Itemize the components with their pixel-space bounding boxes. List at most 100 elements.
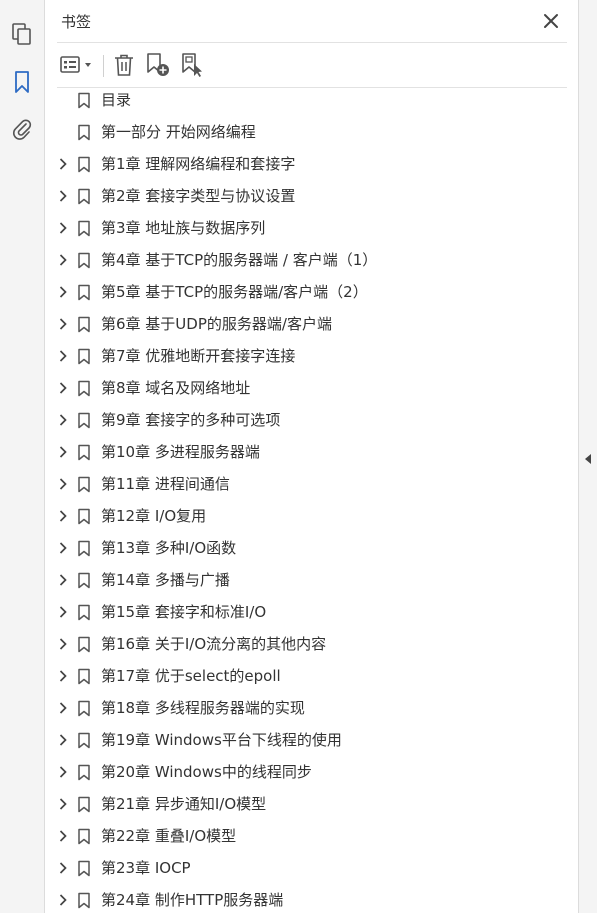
chevron-right-icon (59, 190, 67, 202)
bookmark-label: 第12章 I/O复用 (101, 507, 207, 525)
expand-toggle[interactable] (56, 317, 70, 331)
expand-toggle[interactable] (56, 381, 70, 395)
bookmark-label: 第1章 理解网络编程和套接字 (101, 155, 296, 173)
expand-toggle[interactable] (56, 541, 70, 555)
chevron-right-icon (59, 798, 67, 810)
bookmark-row[interactable]: 第6章 基于UDP的服务器端/客户端 (45, 308, 556, 340)
bookmark-label: 第一部分 开始网络编程 (101, 123, 256, 141)
pages-panel-button[interactable] (8, 20, 36, 48)
expand-toggle[interactable] (56, 861, 70, 875)
bookmark-row[interactable]: 第11章 进程间通信 (45, 468, 556, 500)
expand-toggle[interactable] (56, 701, 70, 715)
bookmark-row[interactable]: 第一部分 开始网络编程 (45, 116, 556, 148)
bookmark-icon (77, 380, 91, 397)
expand-toggle[interactable] (56, 413, 70, 427)
expand-toggle[interactable] (56, 829, 70, 843)
bookmark-icon (77, 732, 91, 749)
new-bookmark-from-structure-button[interactable] (179, 52, 207, 78)
chevron-right-icon (59, 702, 67, 714)
chevron-right-icon (59, 510, 67, 522)
options-menu-button[interactable] (59, 52, 97, 78)
bookmark-row[interactable]: 第22章 重叠I/O模型 (45, 820, 556, 852)
bookmark-label: 第20章 Windows中的线程同步 (101, 763, 312, 781)
bookmark-label: 第4章 基于TCP的服务器端 / 客户端（1） (101, 251, 378, 269)
triangle-left-icon (585, 454, 591, 464)
bookmark-icon (77, 764, 91, 781)
collapse-panel-button[interactable] (584, 450, 592, 464)
bookmark-row[interactable]: 第18章 多线程服务器端的实现 (45, 692, 556, 724)
expand-toggle[interactable] (56, 605, 70, 619)
bookmarks-toolbar (45, 43, 578, 87)
bookmark-icon (77, 348, 91, 365)
paperclip-icon (13, 119, 32, 140)
bookmark-icon (77, 604, 91, 621)
chevron-right-icon (59, 638, 67, 650)
new-bookmark-button[interactable] (144, 52, 172, 78)
expand-toggle[interactable] (56, 349, 70, 363)
bookmark-row[interactable]: 第13章 多种I/O函数 (45, 532, 556, 564)
bookmark-row[interactable]: 第20章 Windows中的线程同步 (45, 756, 556, 788)
expand-toggle[interactable] (56, 797, 70, 811)
bookmark-row[interactable]: 第9章 套接字的多种可选项 (45, 404, 556, 436)
bookmark-row[interactable]: 第23章 IOCP (45, 852, 556, 884)
bookmark-icon (77, 188, 91, 205)
expand-toggle[interactable] (56, 445, 70, 459)
bookmark-tree: 目录第一部分 开始网络编程第1章 理解网络编程和套接字第2章 套接字类型与协议设… (45, 88, 556, 913)
chevron-right-icon (59, 222, 67, 234)
bookmark-row[interactable]: 第1章 理解网络编程和套接字 (45, 148, 556, 180)
delete-bookmark-button[interactable] (111, 52, 137, 78)
bookmark-row[interactable]: 第3章 地址族与数据序列 (45, 212, 556, 244)
bookmark-icon (77, 796, 91, 813)
bookmark-row[interactable]: 第7章 优雅地断开套接字连接 (45, 340, 556, 372)
bookmark-icon (77, 252, 91, 269)
chevron-right-icon (59, 254, 67, 266)
bookmark-row[interactable]: 第16章 关于I/O流分离的其他内容 (45, 628, 556, 660)
trash-icon (115, 54, 133, 76)
bookmark-label: 第21章 异步通知I/O模型 (101, 795, 267, 813)
bookmark-row[interactable]: 第21章 异步通知I/O模型 (45, 788, 556, 820)
bookmark-row[interactable]: 第12章 I/O复用 (45, 500, 556, 532)
bookmark-icon (77, 316, 91, 333)
expand-toggle[interactable] (56, 221, 70, 235)
bookmark-row[interactable]: 第8章 域名及网络地址 (45, 372, 556, 404)
chevron-right-icon (59, 670, 67, 682)
bookmark-icon (77, 892, 91, 909)
expand-toggle[interactable] (56, 253, 70, 267)
bookmark-row[interactable]: 第24章 制作HTTP服务器端 (45, 884, 556, 913)
bookmark-icon (77, 508, 91, 525)
bookmark-row[interactable]: 第4章 基于TCP的服务器端 / 客户端（1） (45, 244, 556, 276)
close-button[interactable] (542, 12, 560, 30)
expand-toggle[interactable] (56, 893, 70, 907)
panel-title: 书签 (61, 13, 92, 31)
expand-toggle[interactable] (56, 637, 70, 651)
expand-toggle[interactable] (56, 477, 70, 491)
bookmark-label: 第6章 基于UDP的服务器端/客户端 (101, 315, 332, 333)
bookmark-icon (77, 700, 91, 717)
expand-toggle[interactable] (56, 285, 70, 299)
expand-toggle[interactable] (56, 509, 70, 523)
chevron-right-icon (59, 574, 67, 586)
bookmark-label: 第16章 关于I/O流分离的其他内容 (101, 635, 327, 653)
expand-toggle[interactable] (56, 669, 70, 683)
bookmark-row[interactable]: 第19章 Windows平台下线程的使用 (45, 724, 556, 756)
bookmark-label: 第14章 多播与广播 (101, 571, 230, 589)
expand-toggle[interactable] (56, 573, 70, 587)
bookmark-row[interactable]: 第15章 套接字和标准I/O (45, 596, 556, 628)
bookmark-label: 第19章 Windows平台下线程的使用 (101, 731, 342, 749)
bookmarks-panel: 书签 目录 第一部分 开始网络编程 第1章 理解网络编程和套接字 第2章 套接字… (45, 0, 578, 913)
bookmark-row[interactable]: 目录 (45, 88, 556, 116)
bookmark-row[interactable]: 第2章 套接字类型与协议设置 (45, 180, 556, 212)
bookmark-row[interactable]: 第17章 优于select的epoll (45, 660, 556, 692)
bookmark-icon (77, 220, 91, 237)
expand-toggle[interactable] (56, 189, 70, 203)
bookmarks-panel-button[interactable] (8, 68, 36, 96)
bookmark-row[interactable]: 第14章 多播与广播 (45, 564, 556, 596)
bookmark-label: 第23章 IOCP (101, 859, 191, 877)
bookmark-icon (77, 124, 91, 141)
expand-toggle[interactable] (56, 765, 70, 779)
attachments-panel-button[interactable] (8, 114, 36, 142)
expand-toggle[interactable] (56, 157, 70, 171)
bookmark-row[interactable]: 第10章 多进程服务器端 (45, 436, 556, 468)
expand-toggle[interactable] (56, 733, 70, 747)
bookmark-row[interactable]: 第5章 基于TCP的服务器端/客户端（2） (45, 276, 556, 308)
